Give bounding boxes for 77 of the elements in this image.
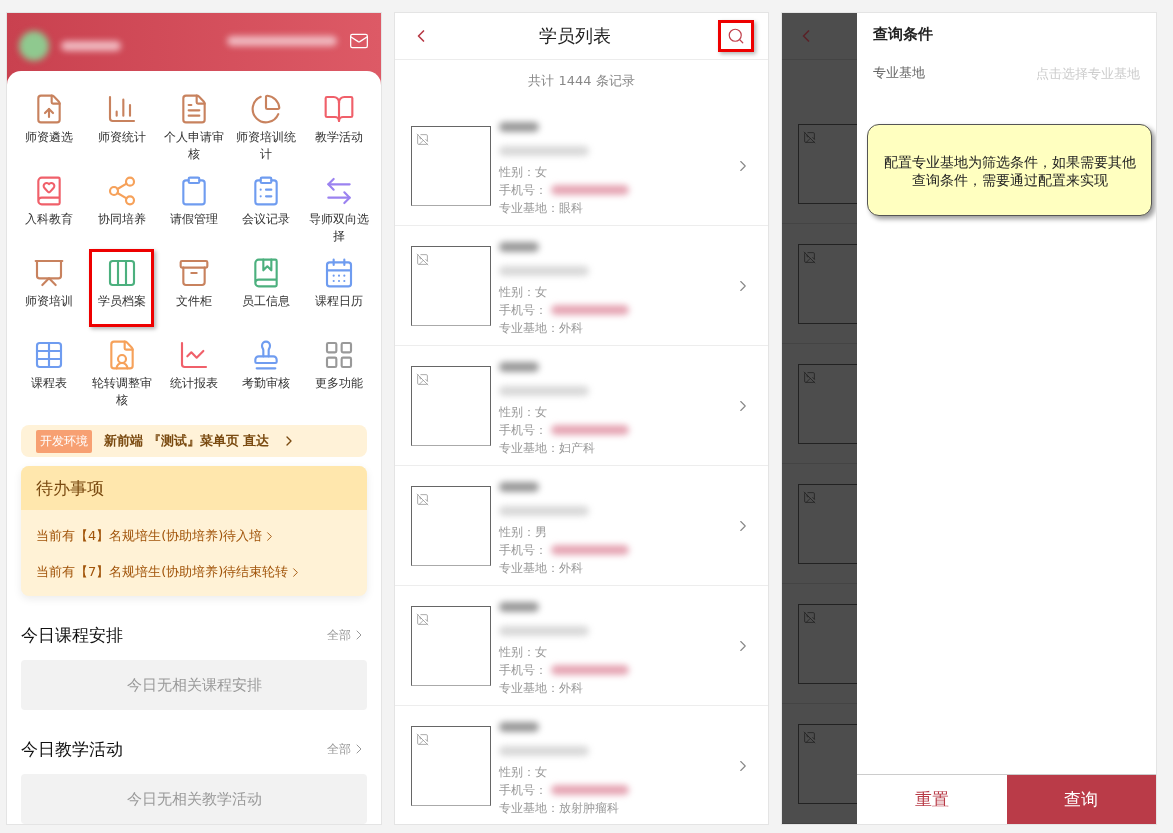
gender-text: 性别：女 bbox=[499, 763, 548, 781]
menu-item[interactable]: 学员档案 bbox=[89, 249, 154, 327]
menu-item[interactable]: 会议记录 bbox=[230, 171, 303, 245]
broken-image-icon bbox=[803, 130, 816, 144]
broken-image-icon bbox=[803, 250, 816, 264]
gender-text: 性别：男 bbox=[499, 523, 548, 541]
phone-label: 手机号： bbox=[499, 661, 547, 679]
banner-link-text: 新前端 『测试』菜单页 直达 bbox=[104, 432, 270, 450]
menu-item[interactable]: 统计报表 bbox=[157, 335, 231, 409]
menu-item[interactable]: 请假管理 bbox=[157, 171, 231, 245]
dev-banner[interactable]: 开发环境 新前端 『测试』菜单页 直达 bbox=[21, 425, 367, 457]
gender-text: 性别：女 bbox=[499, 403, 548, 421]
menu-item[interactable]: 协同培养 bbox=[85, 171, 158, 245]
menu-item[interactable]: 课程日历 bbox=[302, 253, 375, 327]
blurred-text bbox=[499, 721, 539, 732]
blurred-text bbox=[499, 121, 539, 132]
section-title: 今日课程安排 bbox=[21, 623, 123, 647]
broken-image-icon bbox=[416, 492, 429, 506]
broken-image-icon bbox=[803, 370, 816, 384]
blurred-text bbox=[499, 601, 539, 612]
phone-label: 手机号： bbox=[499, 541, 547, 559]
blurred-text bbox=[499, 241, 539, 252]
phone-label: 手机号： bbox=[499, 181, 547, 199]
gender-text: 性别：女 bbox=[499, 643, 548, 661]
blurred-text bbox=[499, 361, 539, 372]
record-count: 共计 1444 条记录 bbox=[527, 72, 636, 90]
blurred-text bbox=[499, 481, 539, 492]
search-button[interactable] bbox=[718, 20, 754, 52]
broken-image-icon bbox=[803, 730, 816, 744]
blurred-text bbox=[61, 41, 121, 51]
menu-item[interactable]: 师资遴选 bbox=[13, 89, 86, 163]
broken-image-icon bbox=[803, 610, 816, 624]
broken-image-icon bbox=[416, 372, 429, 386]
menu-item[interactable]: 考勤审核 bbox=[230, 335, 303, 409]
field-label: 专业基地 bbox=[873, 64, 925, 82]
menu-item[interactable]: 轮转调整审核 bbox=[85, 335, 158, 409]
broken-image-icon bbox=[416, 732, 429, 746]
menu-item[interactable]: 师资统计 bbox=[85, 89, 158, 163]
menu-item[interactable]: 导师双向选择 bbox=[302, 171, 375, 245]
broken-image-icon bbox=[416, 252, 429, 266]
base-text: 专业基地：妇产科 bbox=[499, 439, 596, 457]
base-text: 专业基地：外科 bbox=[499, 679, 584, 697]
empty-state: 今日无相关教学活动 bbox=[21, 774, 367, 824]
phone-label: 手机号： bbox=[499, 781, 547, 799]
gender-text: 性别：女 bbox=[499, 283, 548, 301]
menu-item[interactable]: 员工信息 bbox=[230, 253, 303, 327]
menu-item[interactable]: 入科教育 bbox=[13, 171, 86, 245]
base-text: 专业基地：外科 bbox=[499, 559, 584, 577]
menu-item[interactable]: 师资培训 bbox=[13, 253, 86, 327]
broken-image-icon bbox=[803, 490, 816, 504]
search-icon bbox=[727, 27, 745, 45]
broken-image-icon bbox=[416, 612, 429, 626]
todo-title: 待办事项 bbox=[21, 466, 367, 510]
mail-icon[interactable] bbox=[349, 31, 369, 51]
menu-item[interactable]: 师资培训统计 bbox=[230, 89, 303, 163]
menu-item[interactable]: 更多功能 bbox=[302, 335, 375, 409]
empty-state: 今日无相关课程安排 bbox=[21, 660, 367, 710]
gender-text: 性别：女 bbox=[499, 163, 548, 181]
drawer-title: 查询条件 bbox=[872, 24, 934, 44]
todo-item[interactable]: 当前有【7】名规培生(协助培养)待结束轮转 bbox=[21, 562, 367, 582]
todo-item[interactable]: 当前有【4】名规培生(协助培养)待入培 bbox=[21, 526, 367, 546]
section-title: 今日教学活动 bbox=[21, 737, 123, 761]
query-button[interactable]: 查询 bbox=[1006, 775, 1156, 824]
phone-label: 手机号： bbox=[499, 421, 547, 439]
menu-item[interactable]: 教学活动 bbox=[302, 89, 375, 163]
base-text: 专业基地：外科 bbox=[499, 319, 584, 337]
base-text: 专业基地：放射肿瘤科 bbox=[499, 799, 620, 817]
menu-item[interactable]: 个人申请审核 bbox=[157, 89, 231, 163]
avatar bbox=[19, 31, 49, 61]
environment-tag: 开发环境 bbox=[36, 429, 92, 453]
page-title: 学员列表 bbox=[538, 24, 611, 48]
note-callout: 配置专业基地为筛选条件，如果需要其他查询条件，需要通过配置来实现 bbox=[867, 124, 1152, 216]
base-text: 专业基地：眼科 bbox=[499, 199, 584, 217]
menu-item[interactable]: 课程表 bbox=[13, 335, 86, 409]
broken-image-icon bbox=[416, 132, 429, 146]
phone-label: 手机号： bbox=[499, 301, 547, 319]
menu-item[interactable]: 文件柜 bbox=[157, 253, 231, 327]
